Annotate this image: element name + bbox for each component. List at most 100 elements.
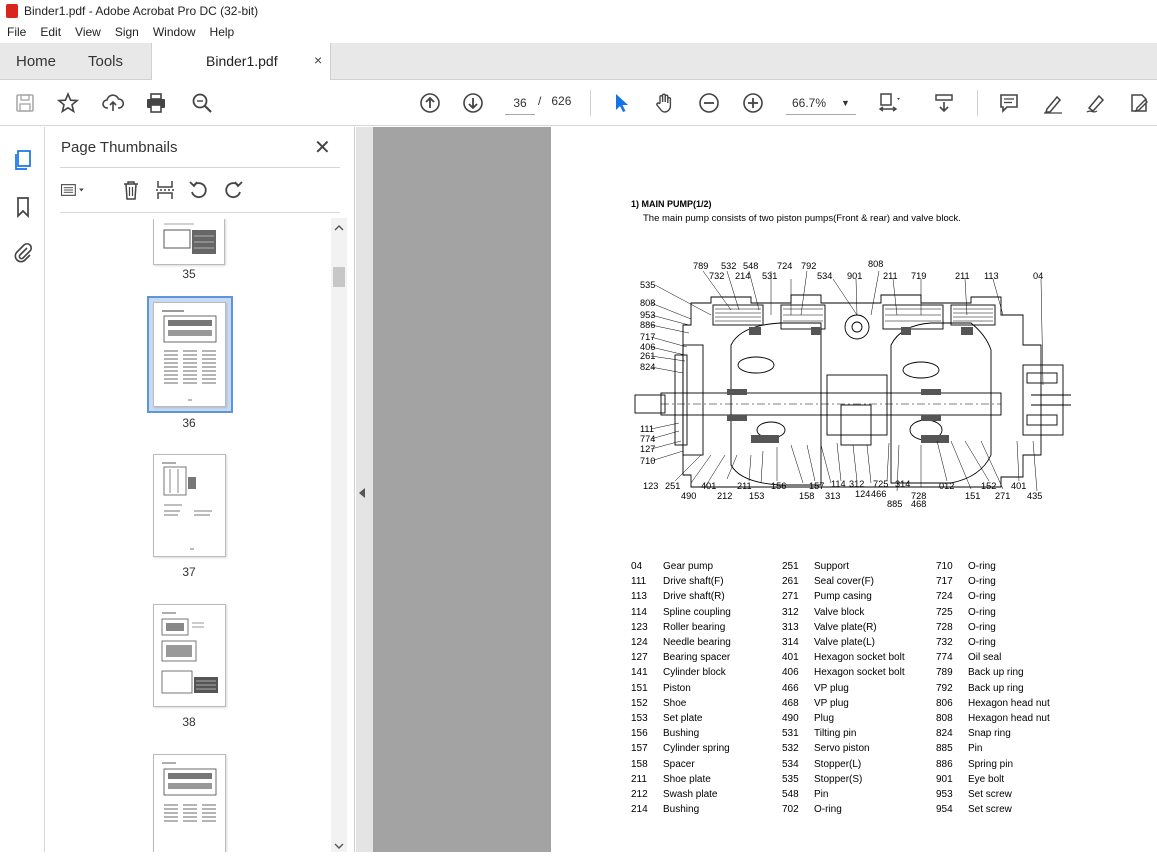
thumbnail-page-35[interactable] [153, 219, 225, 265]
document-background [356, 127, 551, 852]
legend-row: 313 Valve plate(R) [782, 621, 877, 633]
thumbnail-page-39[interactable] [153, 754, 226, 852]
legend-row: 885 Pin [936, 743, 983, 755]
callout-156: 156 [771, 481, 786, 491]
zoom-level-select[interactable]: 66.7% ▼ [786, 91, 856, 115]
legend-row: 156 Bushing [631, 728, 700, 740]
callout-153: 153 [749, 491, 764, 501]
thumbnail-scrollbar[interactable] [331, 218, 347, 852]
previous-page-icon[interactable] [417, 90, 443, 116]
callout-717: 717 [640, 332, 655, 342]
callout-261: 261 [640, 351, 655, 361]
thumbnail-label-37: 37 [182, 565, 196, 579]
menu-bar: File Edit View Sign Window Help [0, 22, 1157, 42]
hand-tool-icon[interactable] [652, 90, 678, 116]
callout-901: 901 [847, 271, 862, 281]
legend-row: 271 Pump casing [782, 591, 872, 603]
next-page-icon[interactable] [460, 90, 486, 116]
window-title: Binder1.pdf - Adobe Acrobat Pro DC (32-b… [24, 4, 259, 18]
upload-cloud-icon[interactable] [100, 90, 126, 116]
comment-icon[interactable] [996, 90, 1022, 116]
legend-row: 251 Support [782, 561, 850, 572]
collapse-panel-arrow-icon[interactable] [359, 488, 365, 498]
legend-row: 466 VP plug [782, 682, 849, 694]
callout-724: 724 [777, 261, 792, 271]
zoom-search-icon[interactable] [189, 90, 215, 116]
menu-help[interactable]: Help [203, 25, 242, 39]
page-fit-icon[interactable] [876, 90, 902, 116]
toolbar-divider [590, 90, 591, 116]
legend-row: 261 Seal cover(F) [782, 576, 875, 588]
legend-row: 214 Bushing [631, 804, 700, 816]
page-number-input[interactable]: 36 [505, 91, 535, 115]
bookmark-star-icon[interactable] [55, 90, 81, 116]
legend-row: 123 Roller bearing [631, 621, 726, 633]
callout-127: 127 [640, 444, 655, 454]
thumbnail-options-icon[interactable] [60, 177, 86, 203]
menu-window[interactable]: Window [146, 25, 203, 39]
legend-row: 531 Tilting pin [782, 728, 857, 740]
legend-row: 717 O-ring [936, 576, 996, 588]
parts-legend-column-1: 04 Gear pump 111 Drive shaft(F) 113 Drive s… [631, 559, 731, 817]
callout-401-bottom: 401 [701, 481, 716, 491]
edit-pdf-icon[interactable] [1126, 90, 1152, 116]
legend-row: 901 Eye bolt [936, 773, 1005, 785]
page-thumbnails-icon[interactable] [10, 147, 36, 173]
callout-732: 732 [709, 271, 724, 281]
sign-pen-icon[interactable] [1083, 90, 1109, 116]
legend-row: 212 Swash plate [631, 789, 718, 801]
legend-row: 732 O-ring [936, 637, 996, 649]
close-panel-icon[interactable]: ✕ [314, 135, 331, 160]
parts-legend-column-3: 710 O-ring 717 O-ring 724 O-ring 725 O-ring … [936, 559, 1050, 817]
legend-row: 725 O-ring [936, 606, 996, 618]
legend-row: 886 Spring pin [936, 758, 1014, 770]
rotate-clockwise-icon[interactable] [220, 177, 246, 203]
select-cursor-icon[interactable] [608, 90, 634, 116]
zoom-out-icon[interactable] [696, 90, 722, 116]
bookmark-icon[interactable] [10, 194, 36, 220]
legend-row: 113 Drive shaft(R) [631, 591, 725, 603]
document-tab-label: Binder1.pdf [206, 53, 278, 69]
callout-789: 789 [693, 261, 708, 271]
callout-886: 886 [640, 320, 655, 330]
toolbar-divider-2 [977, 90, 978, 116]
tab-tools[interactable]: Tools [88, 43, 123, 80]
menu-edit[interactable]: Edit [33, 25, 68, 39]
callout-824: 824 [640, 362, 655, 372]
print-icon[interactable] [143, 90, 169, 116]
tab-home[interactable]: Home [16, 43, 56, 80]
legend-row: 490 Plug [782, 713, 835, 725]
legend-row: 792 Back up ring [936, 682, 1024, 694]
save-icon[interactable] [12, 90, 38, 116]
legend-row: 124 Needle bearing [631, 637, 731, 649]
main-toolbar: 36 / 626 66.7% ▼ [0, 80, 1157, 126]
legend-row: 806 Hexagon head nut [936, 697, 1050, 709]
highlight-pen-icon[interactable] [1040, 90, 1066, 116]
delete-pages-icon[interactable] [118, 177, 144, 203]
chevron-down-icon: ▼ [841, 98, 850, 108]
legend-row: 548 Pin [782, 789, 829, 801]
thumbnail-page-37[interactable] [153, 454, 226, 557]
callout-012: 012 [939, 481, 954, 491]
close-tab-icon[interactable]: × [314, 52, 322, 68]
extract-pages-icon[interactable] [152, 177, 178, 203]
scrollbar-thumb[interactable] [333, 267, 345, 287]
callout-151: 151 [965, 491, 980, 501]
legend-row: 157 Cylinder spring [631, 743, 730, 755]
menu-sign[interactable]: Sign [108, 25, 146, 39]
zoom-in-icon[interactable] [740, 90, 766, 116]
tab-document[interactable]: Binder1.pdf × [151, 43, 331, 80]
legend-row: 211 Shoe plate [631, 773, 711, 785]
callout-808-left: 808 [640, 298, 655, 308]
menu-file[interactable]: File [0, 25, 33, 39]
rotate-counterclockwise-icon[interactable] [186, 177, 212, 203]
thumbnail-page-36[interactable] [153, 302, 226, 407]
legend-row: 406 Hexagon socket bolt [782, 667, 905, 679]
callout-725: 725 [873, 479, 888, 489]
thumbnail-label-38: 38 [182, 715, 196, 729]
attachment-icon[interactable] [10, 239, 36, 265]
menu-view[interactable]: View [68, 25, 108, 39]
scroll-mode-icon[interactable] [931, 90, 957, 116]
callout-468: 468 [911, 499, 926, 509]
thumbnail-page-38[interactable] [153, 604, 226, 707]
